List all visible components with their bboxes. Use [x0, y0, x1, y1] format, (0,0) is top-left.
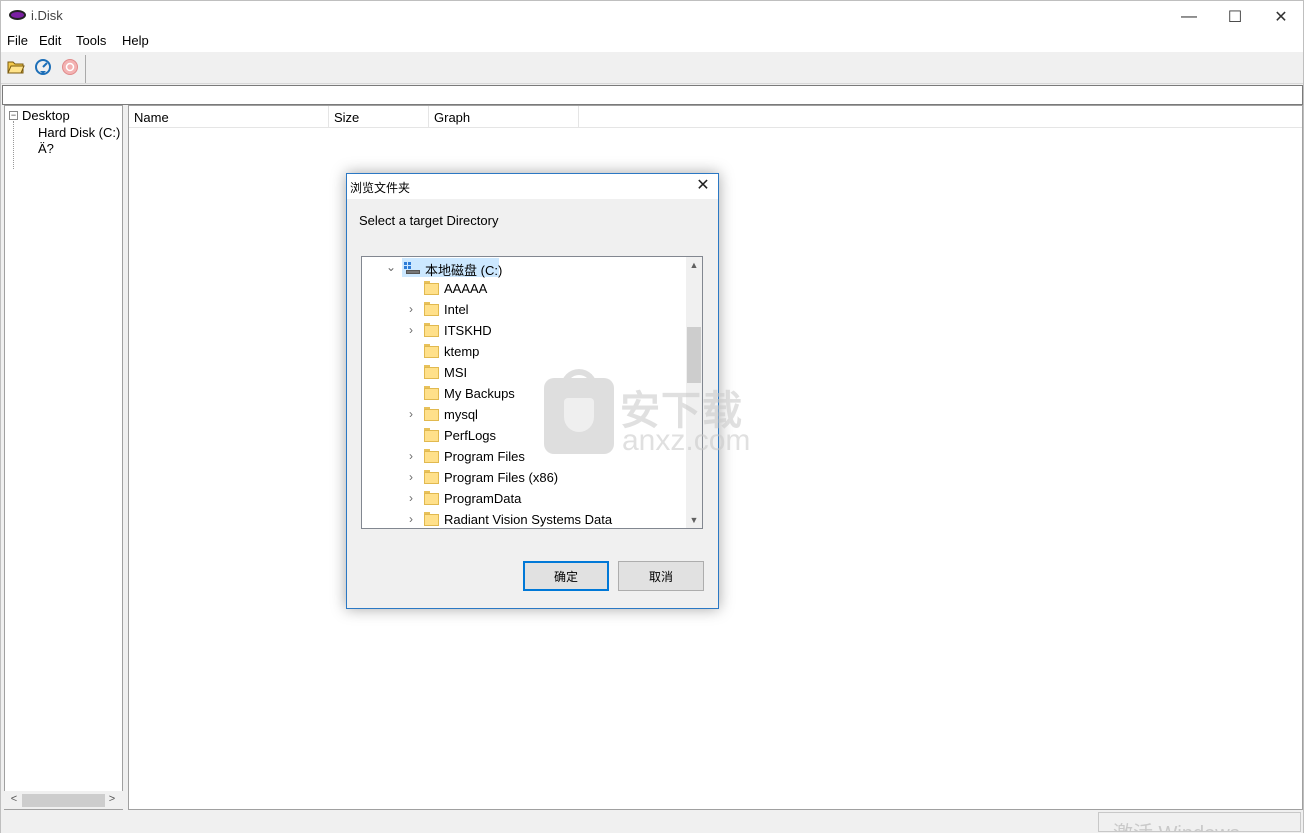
folder-icon: [424, 302, 439, 316]
tree-connector: [13, 121, 14, 169]
tree-node-label: 本地磁盘 (C:): [425, 263, 503, 278]
dialog-title-bar: 浏览文件夹 ✕: [347, 174, 718, 199]
disk-app-icon: [9, 10, 26, 20]
tree-node-label: Program Files: [444, 449, 525, 464]
tree-node-folder[interactable]: MSI: [362, 362, 684, 383]
tree-node-folder[interactable]: › Intel: [362, 299, 684, 320]
folder-icon: [424, 491, 439, 505]
tree-node-folder[interactable]: › ITSKHD: [362, 320, 684, 341]
tree-node-folder[interactable]: AAAAA: [362, 278, 684, 299]
drive-icon: [404, 262, 420, 274]
scroll-down-icon[interactable]: ▼: [686, 512, 702, 528]
folder-icon: [424, 449, 439, 463]
menu-edit[interactable]: Edit: [39, 33, 61, 48]
tree-node-label: Program Files (x86): [444, 470, 559, 485]
tree-node-label: AAAAA: [444, 281, 488, 296]
list-header: Name Size Graph: [129, 106, 1302, 128]
tree-node-root[interactable]: ⌄ 本地磁盘 (C:): [362, 257, 684, 278]
toolbar: [1, 52, 1303, 84]
tree-node-label: ITSKHD: [444, 323, 492, 338]
tree-node-label: ktemp: [444, 344, 480, 359]
activation-watermark: 激活 Windows: [1113, 817, 1240, 831]
folder-icon: [424, 365, 439, 379]
scroll-right-icon[interactable]: >: [105, 793, 119, 807]
tree-node-label: Radiant Vision Systems Data: [444, 512, 613, 527]
status-panel: 激活 Windows: [1098, 812, 1301, 832]
cancel-button[interactable]: 取消: [618, 561, 704, 591]
window-title: i.Disk: [31, 8, 63, 23]
column-name[interactable]: Name: [129, 106, 329, 128]
folder-icon: [424, 428, 439, 442]
refresh-button[interactable]: [31, 55, 55, 79]
menu-tools[interactable]: Tools: [76, 33, 106, 48]
open-folder-icon: [7, 61, 25, 74]
folder-tree-view: ⌄ 本地磁盘 (C:) AAAAA › Intel › ITSKHD ktemp MSI My…: [361, 256, 703, 529]
refresh-icon: [35, 59, 51, 75]
chevron-right-icon[interactable]: ›: [406, 324, 416, 336]
toolbar-separator: [85, 55, 86, 83]
tree-item-desktop[interactable]: Desktop: [22, 108, 70, 123]
tree-node-folder[interactable]: › ProgramData: [362, 488, 684, 509]
tree-node-folder[interactable]: › Program Files: [362, 446, 684, 467]
tree-node-label: mysql: [444, 407, 478, 422]
menu-help[interactable]: Help: [122, 33, 149, 48]
browse-folder-dialog: 浏览文件夹 ✕ Select a target Directory ⌄ 本地磁盘…: [346, 173, 719, 609]
folder-icon: [424, 386, 439, 400]
dialog-title: 浏览文件夹: [350, 181, 411, 195]
stop-icon: [62, 59, 78, 75]
folder-icon: [424, 512, 439, 526]
chevron-right-icon[interactable]: ›: [406, 408, 416, 420]
folder-icon: [424, 281, 439, 295]
chevron-down-icon[interactable]: ⌄: [386, 261, 396, 273]
chevron-right-icon[interactable]: ›: [406, 471, 416, 483]
folder-icon: [424, 407, 439, 421]
tree-horizontal-scrollbar[interactable]: < >: [4, 791, 123, 809]
ok-button[interactable]: 确定: [523, 561, 609, 591]
chevron-right-icon[interactable]: ›: [406, 303, 416, 315]
tree-item-hard-disk[interactable]: Hard Disk (C:) Ä?: [38, 125, 122, 157]
close-button[interactable]: ✕: [1258, 1, 1304, 32]
tree-node-folder[interactable]: PerfLogs: [362, 425, 684, 446]
scrollbar-thumb[interactable]: [22, 794, 105, 807]
folder-icon: [424, 323, 439, 337]
column-graph[interactable]: Graph: [429, 106, 579, 128]
chevron-right-icon[interactable]: ›: [406, 492, 416, 504]
scroll-left-icon[interactable]: <: [7, 793, 21, 807]
tree-node-label: Intel: [444, 302, 469, 317]
chevron-right-icon[interactable]: ›: [406, 450, 416, 462]
dialog-prompt: Select a target Directory: [359, 213, 499, 228]
folder-icon: [424, 344, 439, 358]
scroll-up-icon[interactable]: ▲: [686, 257, 702, 273]
title-bar: i.Disk — ☐ ✕: [1, 1, 1303, 32]
status-bar: 激活 Windows: [1, 810, 1303, 833]
menu-bar: File Edit Tools Help: [1, 32, 1303, 52]
tree-node-label: My Backups: [444, 386, 515, 401]
chevron-right-icon[interactable]: ›: [406, 513, 416, 525]
tree-node-label: ProgramData: [444, 491, 522, 506]
tree-node-folder[interactable]: › Radiant Vision Systems Data: [362, 509, 684, 528]
address-input[interactable]: [2, 85, 1303, 105]
tree-node-folder[interactable]: › Program Files (x86): [362, 467, 684, 488]
tree-node-label: PerfLogs: [444, 428, 497, 443]
stop-button[interactable]: [58, 55, 82, 79]
dialog-close-button[interactable]: ✕: [694, 177, 712, 195]
tree-node-label: MSI: [444, 365, 468, 380]
minimize-button[interactable]: —: [1166, 1, 1212, 32]
tree-node-folder[interactable]: ktemp: [362, 341, 684, 362]
column-size[interactable]: Size: [329, 106, 429, 128]
menu-file[interactable]: File: [7, 33, 28, 48]
folder-tree: − Desktop Hard Disk (C:) Ä?: [4, 105, 123, 810]
maximize-button[interactable]: ☐: [1212, 1, 1258, 32]
scrollbar-thumb[interactable]: [687, 327, 701, 383]
tree-vertical-scrollbar[interactable]: ▲ ▼: [686, 257, 702, 528]
open-folder-button[interactable]: [4, 55, 28, 79]
tree-node-folder[interactable]: › mysql: [362, 404, 684, 425]
collapse-toggle[interactable]: −: [9, 111, 18, 120]
tree-node-folder[interactable]: My Backups: [362, 383, 684, 404]
folder-icon: [424, 470, 439, 484]
